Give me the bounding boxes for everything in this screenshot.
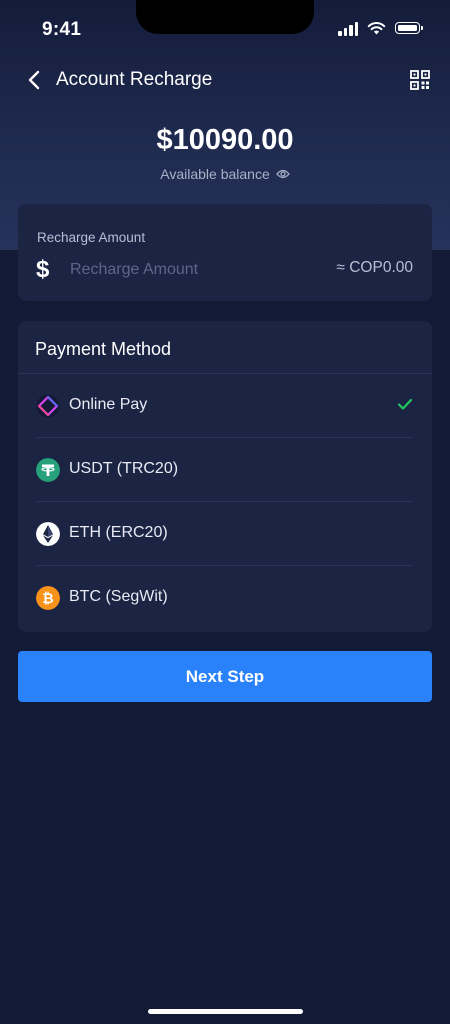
battery-icon	[395, 22, 423, 34]
payment-option-online-pay[interactable]: Online Pay	[36, 374, 413, 438]
cellular-signal-icon	[338, 20, 358, 36]
notch	[136, 0, 314, 34]
balance-caption: Available balance	[160, 166, 270, 182]
qr-code-button[interactable]	[410, 70, 430, 90]
next-step-button[interactable]: Next Step	[18, 651, 432, 702]
dollar-icon: $	[36, 256, 50, 283]
page-title: Account Recharge	[56, 69, 213, 90]
payment-option-usdt[interactable]: USDT (TRC20)	[36, 438, 413, 502]
eth-icon	[36, 522, 60, 546]
svg-text:₿: ₿	[42, 591, 53, 607]
wifi-icon	[367, 22, 386, 35]
btc-icon: ₿	[36, 586, 60, 610]
back-button[interactable]	[22, 67, 46, 93]
balance-amount: $10090.00	[156, 124, 294, 156]
payment-option-label: USDT (TRC20)	[69, 460, 179, 477]
status-bar: 9:41	[0, 0, 450, 60]
home-indicator	[148, 1009, 303, 1014]
usdt-icon	[36, 458, 60, 482]
payment-option-label: ETH (ERC20)	[69, 524, 168, 541]
eye-icon[interactable]	[275, 168, 290, 180]
payment-method-card: Payment Method Online Pay USDT (TRC20) E…	[18, 321, 432, 632]
payment-option-btc[interactable]: ₿ BTC (SegWit)	[36, 566, 413, 630]
recharge-amount-card: Recharge Amount $ ≈ COP0.00	[18, 204, 432, 301]
status-icons	[338, 20, 423, 36]
payment-option-label: BTC (SegWit)	[69, 588, 168, 605]
recharge-amount-label: Recharge Amount	[37, 230, 146, 245]
balance-caption-row: Available balance	[0, 166, 450, 182]
payment-option-eth[interactable]: ETH (ERC20)	[36, 502, 413, 566]
qr-code-icon	[410, 70, 430, 90]
nav-bar: Account Recharge	[0, 62, 450, 98]
check-icon	[397, 398, 413, 410]
converted-amount: ≈ COP0.00	[336, 259, 413, 276]
payment-option-label: Online Pay	[69, 396, 148, 413]
status-time: 9:41	[42, 19, 82, 40]
chevron-left-icon	[28, 70, 40, 90]
online-pay-icon	[36, 394, 60, 418]
recharge-amount-input[interactable]	[68, 256, 262, 284]
payment-method-header: Payment Method	[35, 339, 172, 359]
